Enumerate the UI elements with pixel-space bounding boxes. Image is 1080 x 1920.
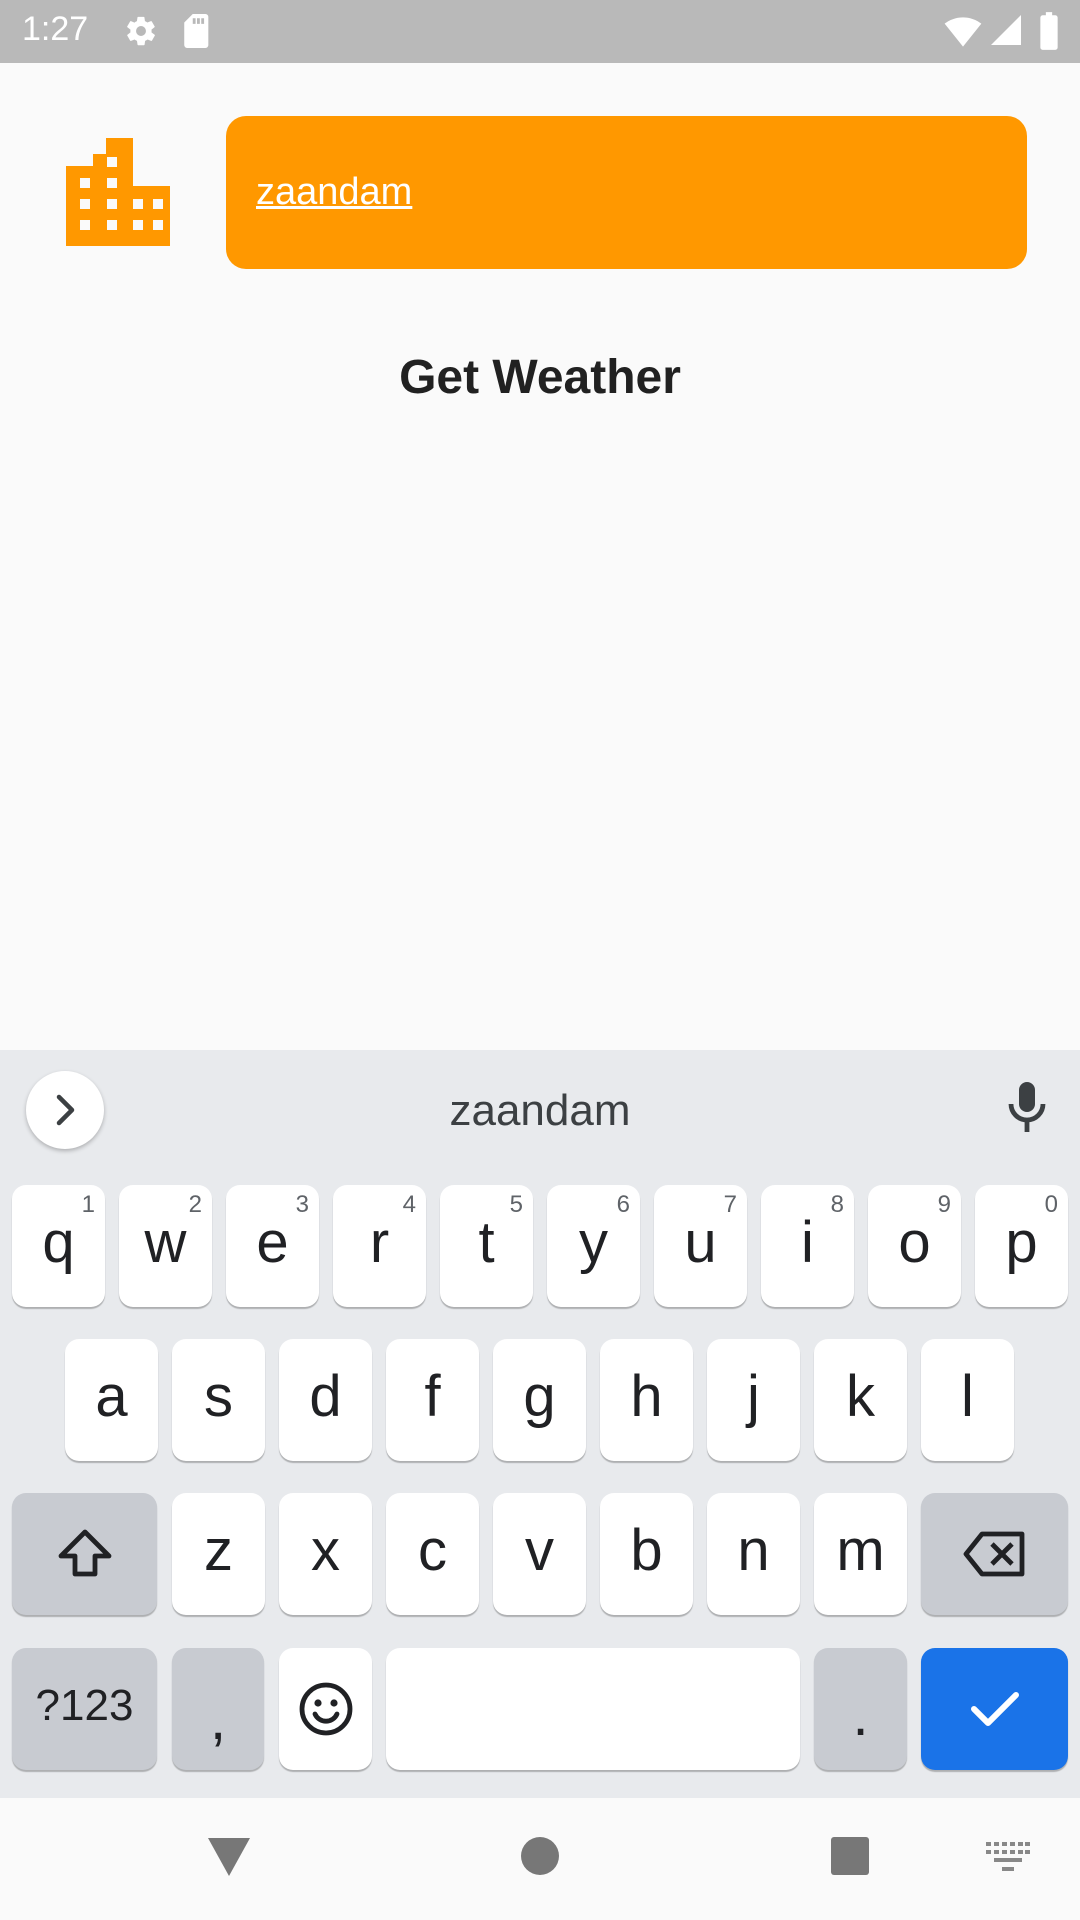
key-f[interactable]: f [386, 1339, 479, 1461]
key-h[interactable]: h [600, 1339, 693, 1461]
key-label: n [737, 1518, 770, 1583]
key-label: a [95, 1364, 128, 1429]
keyboard-expand-button[interactable] [26, 1071, 104, 1149]
sd-card-icon [182, 14, 212, 52]
key-k[interactable]: k [814, 1339, 907, 1461]
key-w[interactable]: w2 [119, 1185, 212, 1307]
backspace-key[interactable] [921, 1493, 1068, 1615]
key-n[interactable]: n [707, 1493, 800, 1615]
key-number-hint: 1 [81, 1191, 95, 1218]
key-number-hint: 8 [830, 1191, 844, 1218]
city-input-container [226, 116, 1027, 269]
emoji-key[interactable] [279, 1648, 372, 1770]
shift-key[interactable] [12, 1493, 157, 1615]
key-c[interactable]: c [386, 1493, 479, 1615]
home-icon[interactable] [520, 1836, 560, 1880]
key-number-hint: 7 [723, 1191, 737, 1218]
navigation-bar [0, 1798, 1080, 1920]
city-input[interactable] [256, 116, 996, 269]
key-label: s [204, 1364, 233, 1429]
chevron-right-icon [56, 1094, 75, 1126]
key-label: m [836, 1518, 885, 1583]
key-number-hint: 3 [295, 1191, 309, 1218]
key-number-hint: 2 [188, 1191, 202, 1218]
checkmark-icon [970, 1692, 1019, 1726]
key-label: h [630, 1364, 663, 1429]
keyboard-switch-icon[interactable] [986, 1842, 1030, 1876]
key-b[interactable]: b [600, 1493, 693, 1615]
key-label: j [747, 1364, 760, 1429]
key-number-hint: 0 [1044, 1191, 1058, 1218]
status-bar: 1:27 [0, 0, 1080, 63]
period-key[interactable]: . [814, 1648, 907, 1770]
key-s[interactable]: s [172, 1339, 265, 1461]
key-label: z [204, 1518, 233, 1583]
microphone-icon[interactable] [1002, 1080, 1052, 1140]
status-time: 1:27 [22, 10, 89, 48]
key-label: x [311, 1518, 340, 1583]
key-m[interactable]: m [814, 1493, 907, 1615]
battery-icon [1038, 12, 1060, 54]
key-x[interactable]: x [279, 1493, 372, 1615]
key-label: b [630, 1518, 663, 1583]
symbols-key[interactable]: ?123 [12, 1648, 157, 1770]
key-r[interactable]: r4 [333, 1185, 426, 1307]
key-y[interactable]: y6 [547, 1185, 640, 1307]
key-number-hint: 9 [937, 1191, 951, 1218]
key-number-hint: 5 [509, 1191, 523, 1218]
city-building-icon [66, 138, 170, 246]
key-label: g [523, 1364, 556, 1429]
key-q[interactable]: q1 [12, 1185, 105, 1307]
keyboard-suggestion[interactable]: zaandam [0, 1050, 1080, 1170]
space-key[interactable] [386, 1648, 800, 1770]
key-z[interactable]: z [172, 1493, 265, 1615]
key-u[interactable]: u7 [654, 1185, 747, 1307]
keyboard-toolbar: zaandam [0, 1050, 1080, 1170]
key-i[interactable]: i8 [761, 1185, 854, 1307]
key-j[interactable]: j [707, 1339, 800, 1461]
wifi-icon [944, 12, 982, 52]
smiley-icon [299, 1682, 352, 1736]
key-g[interactable]: g [493, 1339, 586, 1461]
key-label: k [846, 1364, 875, 1429]
key-number-hint: 4 [402, 1191, 416, 1218]
comma-key[interactable]: , [172, 1648, 264, 1770]
soft-keyboard: zaandam ?123 , . q1w2e3r4t5y6u7i8o9p0 a s d… [0, 1050, 1080, 1798]
key-l[interactable]: l [921, 1339, 1014, 1461]
key-t[interactable]: t5 [440, 1185, 533, 1307]
back-icon[interactable] [206, 1836, 252, 1882]
shift-arrow-icon [58, 1529, 111, 1577]
enter-key[interactable] [921, 1648, 1068, 1770]
key-a[interactable]: a [65, 1339, 158, 1461]
recents-icon[interactable] [830, 1836, 870, 1880]
gear-icon [124, 14, 158, 52]
key-label: l [961, 1364, 974, 1429]
key-v[interactable]: v [493, 1493, 586, 1615]
key-label: v [525, 1518, 554, 1583]
key-o[interactable]: o9 [868, 1185, 961, 1307]
cell-signal-icon [988, 12, 1024, 52]
key-label: d [309, 1364, 342, 1429]
key-label: c [418, 1518, 447, 1583]
get-weather-button[interactable]: Get Weather [0, 350, 1080, 405]
key-label: f [424, 1364, 441, 1429]
backspace-icon [963, 1531, 1024, 1577]
key-number-hint: 6 [616, 1191, 630, 1218]
key-p[interactable]: p0 [975, 1185, 1068, 1307]
key-e[interactable]: e3 [226, 1185, 319, 1307]
key-d[interactable]: d [279, 1339, 372, 1461]
